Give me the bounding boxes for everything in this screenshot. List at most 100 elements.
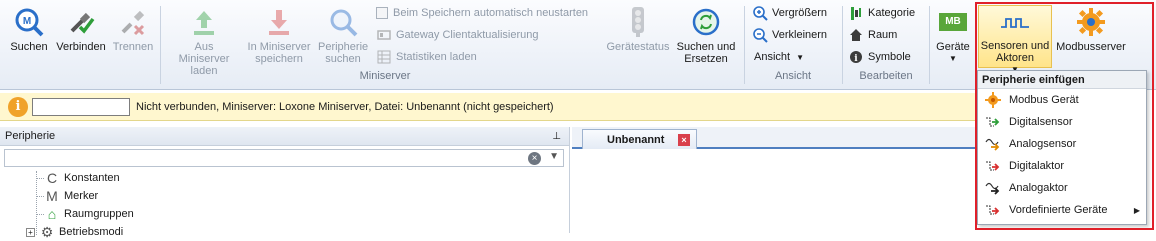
save-to-miniserver-label: In Miniserver speichern	[247, 41, 311, 65]
zoom-in-button[interactable]: Vergrößern	[752, 4, 827, 22]
clear-icon[interactable]: ×	[528, 152, 541, 165]
menu-item-analog-actor[interactable]: Analogaktor	[978, 177, 1146, 199]
group-label-miniserver: Miniserver	[359, 70, 411, 82]
search-button[interactable]: M Suchen	[9, 6, 49, 53]
auto-restart-checkbox[interactable]	[376, 7, 388, 19]
devices-button[interactable]: MB Geräte ▼	[934, 6, 972, 65]
menu-item-modbus-device[interactable]: Modbus Gerät	[978, 89, 1146, 111]
tree-connector	[36, 214, 44, 215]
disconnect-button[interactable]: Trennen	[111, 6, 155, 53]
analog-actor-icon	[984, 180, 1002, 196]
periphery-search-label: Peripherie suchen	[318, 41, 369, 65]
pulse-signal-icon	[999, 6, 1031, 40]
mb-badge: MB	[939, 13, 967, 31]
menu-item-digital-actor[interactable]: Digitalaktor	[978, 155, 1146, 177]
connect-button[interactable]: Verbinden	[53, 6, 109, 53]
close-icon[interactable]: ×	[678, 133, 690, 146]
magnifier-icon	[327, 6, 359, 38]
group-label-edit: Bearbeiten	[859, 70, 913, 82]
modbus-gear-icon	[984, 92, 1002, 108]
gateway-update-option[interactable]: Gateway Clientaktualisierung	[376, 26, 538, 44]
load-stats-option[interactable]: Statistiken laden	[376, 48, 477, 66]
analog-sensor-icon	[984, 136, 1002, 152]
periphery-search-button[interactable]: Peripherie suchen	[315, 6, 371, 65]
view-menu-label: Ansicht	[754, 51, 791, 63]
ribbon-separator	[160, 6, 161, 84]
predefined-devices-icon	[984, 202, 1002, 218]
download-icon	[263, 6, 295, 38]
info-icon: i	[8, 96, 28, 117]
tree-item[interactable]: C Konstanten	[44, 169, 120, 187]
tree-item-label: Konstanten	[64, 172, 120, 184]
sensors-actors-label: Sensoren und Aktoren	[980, 40, 1050, 64]
auto-restart-option[interactable]: Beim Speichern automatisch neustarten	[376, 4, 588, 22]
operating-modes-icon: ⚙	[40, 223, 54, 240]
insert-periphery-menu: Peripherie einfügen Modbus Gerät Digital…	[977, 70, 1147, 225]
statistics-icon	[376, 49, 392, 65]
menu-item-predefined-devices[interactable]: Vordefinierte Geräte ▶	[978, 199, 1146, 221]
connect-icon	[65, 6, 97, 38]
tree-item[interactable]: ⌂ Raumgruppen	[44, 205, 134, 223]
tab-unbenannt[interactable]: Unbenannt ×	[582, 129, 697, 149]
expand-icon[interactable]: +	[26, 227, 35, 237]
search-replace-button[interactable]: Suchen und Ersetzen	[673, 6, 739, 65]
chevron-down-icon: ▼	[796, 52, 804, 62]
device-status-label: Gerätestatus	[606, 41, 670, 53]
info-input[interactable]	[32, 97, 130, 116]
view-menu-button[interactable]: Ansicht ▼	[754, 48, 804, 66]
modbus-server-button[interactable]: Modbusserver	[1053, 6, 1129, 53]
digital-sensor-icon	[984, 114, 1002, 130]
auto-restart-label: Beim Speichern automatisch neustarten	[393, 7, 589, 19]
zoom-out-icon	[752, 27, 768, 43]
modbus-server-label: Modbusserver	[1056, 41, 1126, 53]
group-label-view: Ansicht	[774, 70, 812, 82]
pin-icon[interactable]: ⊥	[552, 131, 561, 142]
tree-connector	[36, 178, 44, 179]
tree-connector	[36, 196, 44, 197]
tab-label: Unbenannt	[607, 133, 665, 146]
gateway-icon	[376, 27, 392, 43]
menu-item-label: Digitalsensor	[1009, 116, 1073, 128]
connection-status-text: Nicht verbunden, Miniserver: Loxone Mini…	[136, 100, 554, 113]
category-button[interactable]: Kategorie	[848, 4, 915, 22]
periphery-panel: Peripherie ⊥ × ▼ C Konstanten M Merker ⌂…	[0, 127, 570, 240]
menu-item-label: Digitalaktor	[1009, 160, 1065, 172]
tree-item[interactable]: M Merker	[44, 187, 98, 205]
ribbon-separator	[929, 6, 930, 84]
tree-item[interactable]: + ⚙ Betriebsmodi	[26, 223, 123, 241]
menu-header: Peripherie einfügen	[978, 71, 1146, 89]
document-tab-bar: Unbenannt ×	[572, 127, 975, 149]
ribbon-separator	[744, 6, 745, 84]
menu-item-digital-sensor[interactable]: Digitalsensor	[978, 111, 1146, 133]
ribbon-separator	[842, 6, 843, 84]
search-miniserver-icon: M	[13, 6, 45, 38]
periphery-panel-header: Peripherie ⊥	[0, 127, 569, 146]
symbols-label: Symbole	[868, 51, 911, 63]
periphery-search-field[interactable]: × ▼	[4, 149, 564, 167]
symbols-button[interactable]: i Symbole	[848, 48, 911, 66]
search-replace-icon	[690, 6, 722, 38]
disconnect-icon	[117, 6, 149, 38]
chevron-down-icon[interactable]: ▼	[549, 151, 559, 162]
chevron-down-icon: ▼	[949, 54, 957, 63]
device-status-button[interactable]: Gerätestatus	[606, 6, 670, 53]
zoom-out-button[interactable]: Verkleinern	[752, 26, 827, 44]
devices-label: Geräte	[936, 41, 970, 53]
traffic-light-icon	[622, 6, 654, 38]
tree-item-label: Betriebsmodi	[59, 226, 124, 238]
load-from-miniserver-button[interactable]: Aus Miniserver laden	[165, 6, 243, 77]
periphery-panel-title: Peripherie	[5, 130, 56, 142]
constants-icon: C	[46, 170, 58, 186]
menu-item-analog-sensor[interactable]: Analogsensor	[978, 133, 1146, 155]
mb-device-icon: MB	[937, 6, 969, 38]
category-icon	[848, 5, 864, 21]
sensors-actors-button[interactable]: Sensoren und Aktoren ▼	[978, 5, 1052, 74]
room-label: Raum	[868, 29, 898, 41]
upload-icon	[188, 6, 220, 38]
zoom-in-icon	[752, 5, 768, 21]
menu-item-label: Analogsensor	[1009, 138, 1077, 150]
room-button[interactable]: Raum	[848, 26, 897, 44]
gateway-update-label: Gateway Clientaktualisierung	[396, 29, 539, 41]
save-to-miniserver-button[interactable]: In Miniserver speichern	[243, 6, 315, 65]
search-replace-label: Suchen und Ersetzen	[676, 41, 736, 65]
